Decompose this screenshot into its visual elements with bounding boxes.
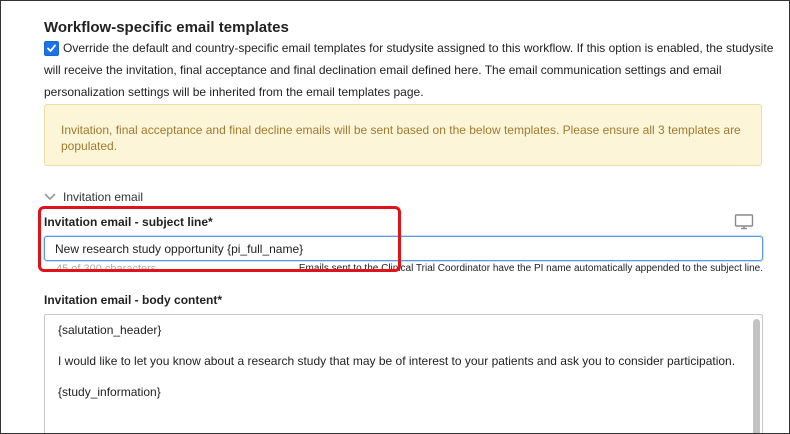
page-frame: Workflow-specific email templates Overri… [0, 0, 790, 434]
subject-line-note: Emails sent to the Clinical Trial Coordi… [295, 263, 763, 274]
accordion-label: Invitation email [63, 190, 144, 204]
body-scrollbar[interactable] [753, 319, 760, 433]
body-content-text: {salutation_header} I would like to let … [58, 322, 738, 415]
body-content-label: Invitation email - body content* [44, 293, 223, 307]
body-paragraph: {study_information} [58, 385, 161, 399]
body-content-editor[interactable]: {salutation_header} I would like to let … [44, 314, 763, 433]
override-description: Override the default and country-specifi… [44, 41, 774, 99]
override-option: Override the default and country-specifi… [44, 41, 774, 103]
subject-char-count: 45 of 300 characters [56, 263, 157, 275]
notice-text: Invitation, final acceptance and final d… [61, 123, 741, 153]
invitation-email-accordion[interactable]: Invitation email [44, 190, 143, 204]
checkmark-icon [47, 44, 56, 52]
section-title: Workflow-specific email templates [44, 19, 289, 36]
subject-line-label: Invitation email - subject line* [44, 215, 213, 229]
info-notice: Invitation, final acceptance and final d… [44, 104, 762, 166]
body-paragraph: {salutation_header} [58, 323, 162, 337]
override-checkbox[interactable] [44, 41, 59, 56]
monitor-icon[interactable] [734, 214, 754, 235]
chevron-down-icon [44, 190, 58, 204]
body-paragraph: I would like to let you know about a res… [58, 354, 736, 368]
subject-line-input[interactable] [44, 236, 763, 261]
